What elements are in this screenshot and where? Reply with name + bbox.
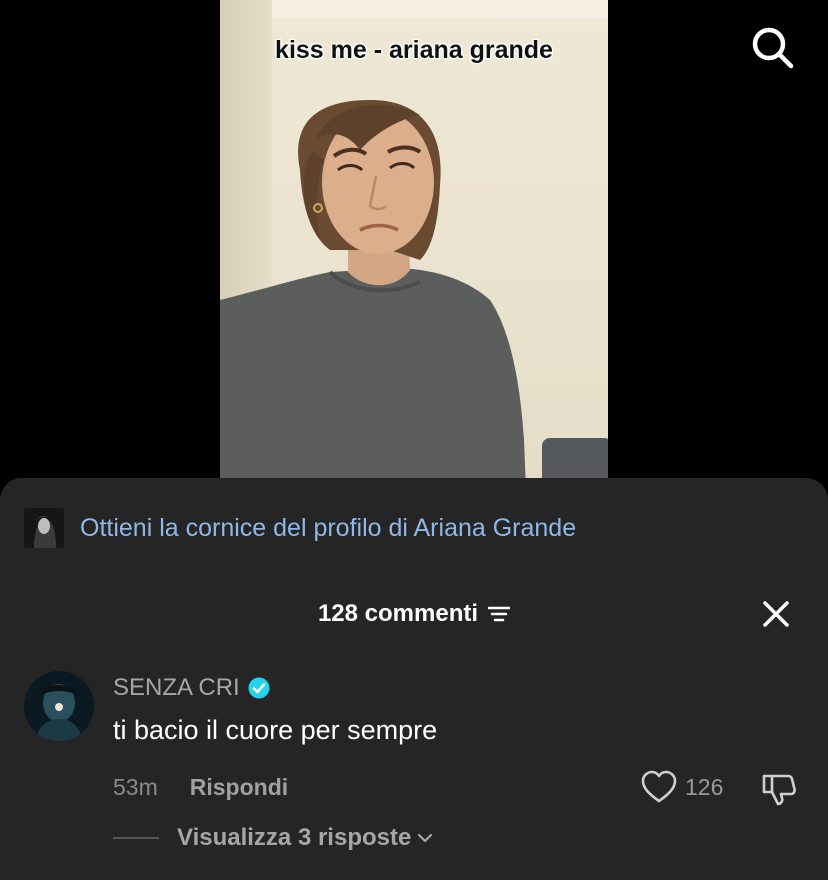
- thumbs-down-icon[interactable]: [760, 770, 798, 808]
- video-person: [220, 100, 526, 490]
- like-button[interactable]: 126: [641, 770, 723, 804]
- verified-badge-icon: [248, 677, 270, 699]
- avatar[interactable]: [24, 671, 94, 741]
- video-caption: kiss me - ariana grande: [275, 36, 553, 64]
- reply-button[interactable]: Rispondi: [190, 774, 288, 801]
- comment-time: 53m: [113, 774, 158, 800]
- close-icon[interactable]: [762, 600, 790, 628]
- promo-thumbnail: [24, 508, 64, 548]
- comment-meta: 53m Rispondi: [113, 774, 288, 801]
- search-icon[interactable]: [749, 24, 795, 70]
- sort-icon[interactable]: [488, 605, 511, 623]
- chevron-down-icon: [418, 833, 433, 843]
- promo-text: Ottieni la cornice del profilo di Ariana…: [80, 513, 577, 542]
- comment-username[interactable]: SENZA CRI: [113, 674, 270, 702]
- comments-sheet: Ottieni la cornice del profilo di Ariana…: [0, 478, 828, 880]
- heart-icon: [641, 770, 677, 803]
- video-player[interactable]: [220, 0, 608, 490]
- view-replies-text: Visualizza 3 risposte: [177, 824, 412, 851]
- comment-text: ti bacio il cuore per sempre: [113, 715, 438, 745]
- replies-divider: [113, 837, 159, 839]
- profile-frame-promo-link[interactable]: Ottieni la cornice del profilo di Ariana…: [24, 508, 576, 548]
- comments-header: 128 commenti: [0, 600, 828, 628]
- like-count: 126: [685, 773, 724, 800]
- username-text: SENZA CRI: [113, 674, 240, 701]
- view-replies-button[interactable]: Visualizza 3 risposte: [113, 824, 433, 852]
- video-area[interactable]: kiss me - ariana grande: [0, 0, 828, 490]
- comments-count-title: 128 commenti: [317, 600, 479, 627]
